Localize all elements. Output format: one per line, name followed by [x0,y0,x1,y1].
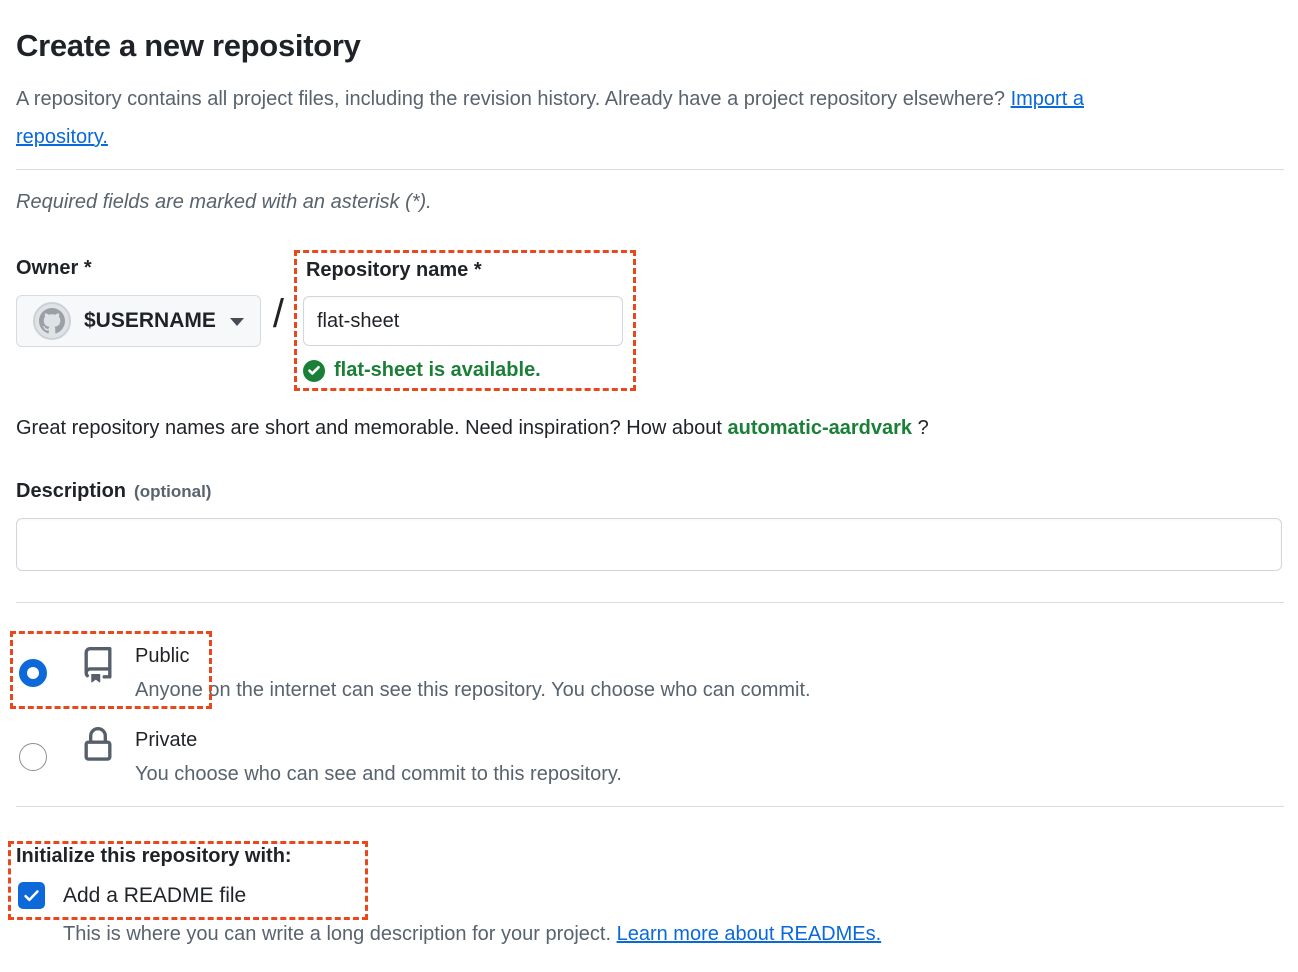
lock-icon [80,727,116,786]
check-circle-icon [303,360,325,382]
owner-repo-separator: / [273,294,284,334]
divider [16,806,1284,807]
divider [16,602,1284,603]
checkmark-icon [22,886,41,905]
required-fields-note: Required fields are marked with an aster… [16,190,1282,214]
visibility-option-public: Public Anyone on the internet can see th… [19,643,1298,702]
public-description: Anyone on the internet can see this repo… [135,678,811,702]
public-label: Public [135,643,811,669]
private-option-text: Private You choose who can see and commi… [135,727,622,786]
availability-status: flat-sheet is available. [303,359,623,382]
description-label: Description(optional) [16,479,1282,504]
availability-message: flat-sheet is available. [334,359,541,382]
learn-more-readmes-link[interactable]: Learn more about READMEs. [617,923,882,945]
description-optional-note: (optional) [134,482,211,501]
owner-dropdown[interactable]: $USERNAME [16,295,261,347]
suggested-repo-name: automatic-aardvark [727,417,912,439]
owner-label: Owner * [16,256,261,280]
page-title: Create a new repository [16,26,1282,66]
divider [16,169,1284,170]
intro-text-body: A repository contains all project files,… [16,88,1011,110]
owner-required-mark: * [84,257,92,279]
private-description: You choose who can see and commit to thi… [135,762,622,786]
repo-name-annotation-box: Repository name * flat-sheet is availabl… [294,250,636,391]
private-radio[interactable] [19,743,47,771]
readme-helper-text: This is where you can write a long descr… [63,922,1282,946]
visibility-option-private: Private You choose who can see and commi… [19,727,1298,786]
repository-name-input[interactable] [303,296,623,346]
repo-name-required-mark: * [474,259,482,281]
owner-selected-name: $USERNAME [84,309,216,333]
readme-checkbox[interactable] [18,882,45,909]
public-radio[interactable] [19,659,47,687]
initialize-heading: Initialize this repository with: [16,844,1282,868]
intro-text: A repository contains all project files,… [16,80,1146,156]
readme-checkbox-row: Add a README file [18,882,1298,909]
readme-checkbox-label: Add a README file [63,884,246,908]
public-option-text: Public Anyone on the internet can see th… [135,643,811,702]
owner-repo-row: Owner * $USERNAME / Repository name * fl… [16,256,1298,391]
chevron-down-icon [230,318,244,326]
description-input[interactable] [16,518,1282,571]
owner-field: Owner * $USERNAME [16,256,261,347]
repo-book-icon [80,647,116,702]
private-label: Private [135,727,622,753]
octocat-avatar-icon [33,302,71,340]
repo-name-label: Repository name * [306,258,623,282]
repo-suggestion-text: Great repository names are short and mem… [16,415,1282,441]
create-repository-page: Create a new repository A repository con… [0,0,1298,972]
